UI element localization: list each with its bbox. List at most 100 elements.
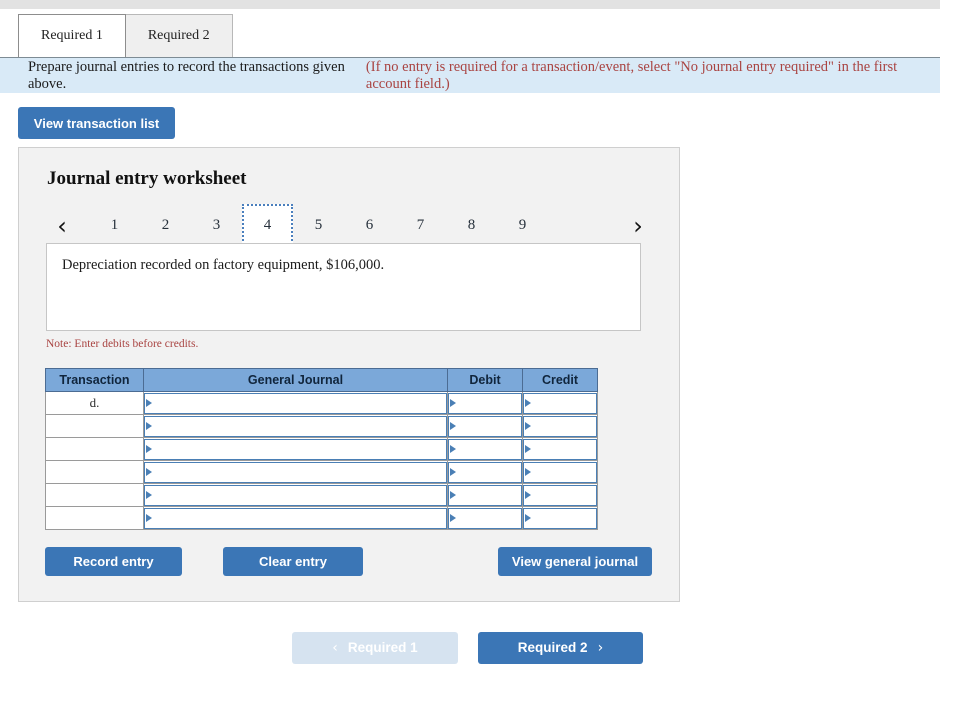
row-general-journal-cell[interactable] [143, 391, 448, 415]
dropdown-caret-icon [525, 445, 531, 453]
general-journal-select[interactable] [144, 461, 447, 483]
row-general-journal-cell[interactable] [143, 414, 448, 438]
row-debit-cell[interactable] [447, 460, 523, 484]
transaction-description-text: Depreciation recorded on factory equipme… [62, 257, 385, 273]
general-journal-input[interactable] [154, 485, 443, 505]
debit-input[interactable] [458, 439, 518, 459]
dropdown-caret-icon [450, 445, 456, 453]
credit-input[interactable] [533, 439, 593, 459]
debit-field[interactable] [448, 415, 522, 437]
pager-page-4[interactable]: 4 [242, 203, 293, 248]
header-credit: Credit [522, 368, 598, 392]
clear-entry-button[interactable]: Clear entry [223, 547, 363, 576]
chevron-left-icon[interactable]: ‹ [45, 203, 79, 248]
chevron-right-icon[interactable]: › [621, 203, 655, 248]
row-credit-cell[interactable] [522, 414, 598, 438]
row-credit-cell[interactable] [522, 483, 598, 507]
debit-field[interactable] [448, 484, 522, 506]
instruction-banner: Prepare journal entries to record the tr… [0, 57, 940, 93]
header-general-journal: General Journal [143, 368, 448, 392]
next-required-2-button[interactable]: Required 2 › [478, 632, 643, 664]
row-debit-cell[interactable] [447, 506, 523, 530]
header-debit: Debit [447, 368, 523, 392]
dropdown-caret-icon [450, 491, 456, 499]
debit-input[interactable] [458, 462, 518, 482]
table-row [45, 483, 598, 507]
credit-field[interactable] [523, 461, 597, 483]
general-journal-select[interactable] [144, 507, 447, 529]
pager-page-5[interactable]: 5 [293, 204, 344, 248]
table-row [45, 437, 598, 461]
general-journal-select[interactable] [144, 438, 447, 460]
row-general-journal-cell[interactable] [143, 437, 448, 461]
debits-before-credits-note: Note: Enter debits before credits. [46, 338, 199, 350]
general-journal-input[interactable] [154, 462, 443, 482]
journal-entry-table: Transaction General Journal Debit Credit… [45, 368, 598, 530]
tab-bar: Required 1 Required 2 [18, 13, 233, 57]
dropdown-caret-icon [146, 468, 152, 476]
pager-page-9[interactable]: 9 [497, 204, 548, 248]
row-debit-cell[interactable] [447, 483, 523, 507]
pager-page-3[interactable]: 3 [191, 204, 242, 248]
instruction-hint: (If no entry is required for a transacti… [365, 58, 898, 92]
row-debit-cell[interactable] [447, 414, 523, 438]
general-journal-input[interactable] [154, 439, 443, 459]
credit-input[interactable] [533, 393, 593, 413]
tab-required-2-label: Required 2 [147, 28, 210, 43]
debit-input[interactable] [458, 508, 518, 528]
general-journal-input[interactable] [154, 508, 443, 528]
row-credit-cell[interactable] [522, 437, 598, 461]
credit-field[interactable] [523, 507, 597, 529]
debit-field[interactable] [448, 438, 522, 460]
dropdown-caret-icon [525, 468, 531, 476]
credit-field[interactable] [523, 415, 597, 437]
row-transaction-label [45, 414, 144, 438]
credit-field[interactable] [523, 484, 597, 506]
debit-field[interactable] [448, 392, 522, 414]
view-transaction-list-button[interactable]: View transaction list [18, 107, 175, 139]
credit-field[interactable] [523, 438, 597, 460]
row-credit-cell[interactable] [522, 460, 598, 484]
credit-input[interactable] [533, 485, 593, 505]
row-debit-cell[interactable] [447, 391, 523, 415]
row-general-journal-cell[interactable] [143, 460, 448, 484]
journal-table-body: d. [45, 391, 598, 530]
row-credit-cell[interactable] [522, 391, 598, 415]
general-journal-input[interactable] [154, 416, 443, 436]
row-general-journal-cell[interactable] [143, 483, 448, 507]
debit-field[interactable] [448, 507, 522, 529]
journal-entry-worksheet-panel: Journal entry worksheet ‹ 1 2 3 4 5 6 7 … [18, 147, 680, 602]
dropdown-caret-icon [146, 445, 152, 453]
credit-input[interactable] [533, 416, 593, 436]
general-journal-select[interactable] [144, 415, 447, 437]
worksheet-pager: ‹ 1 2 3 4 5 6 7 8 9 › [45, 203, 655, 248]
tab-required-1[interactable]: Required 1 [18, 14, 126, 57]
row-credit-cell[interactable] [522, 506, 598, 530]
credit-input[interactable] [533, 462, 593, 482]
row-transaction-label [45, 437, 144, 461]
general-journal-select[interactable] [144, 392, 447, 414]
tab-required-2[interactable]: Required 2 [125, 14, 233, 57]
debit-input[interactable] [458, 416, 518, 436]
general-journal-input[interactable] [154, 393, 443, 413]
pager-page-6[interactable]: 6 [344, 204, 395, 248]
row-general-journal-cell[interactable] [143, 506, 448, 530]
dropdown-caret-icon [146, 422, 152, 430]
table-header-row: Transaction General Journal Debit Credit [45, 368, 598, 392]
prev-required-1-button: ‹ Required 1 [292, 632, 458, 664]
pager-page-2[interactable]: 2 [140, 204, 191, 248]
credit-input[interactable] [533, 508, 593, 528]
general-journal-select[interactable] [144, 484, 447, 506]
pager-page-1[interactable]: 1 [89, 204, 140, 248]
row-transaction-label: d. [45, 391, 144, 415]
row-debit-cell[interactable] [447, 437, 523, 461]
pager-page-8[interactable]: 8 [446, 204, 497, 248]
debit-input[interactable] [458, 485, 518, 505]
debit-input[interactable] [458, 393, 518, 413]
pager-page-7[interactable]: 7 [395, 204, 446, 248]
debit-field[interactable] [448, 461, 522, 483]
view-general-journal-button[interactable]: View general journal [498, 547, 652, 576]
record-entry-button[interactable]: Record entry [45, 547, 182, 576]
credit-field[interactable] [523, 392, 597, 414]
dropdown-caret-icon [525, 399, 531, 407]
